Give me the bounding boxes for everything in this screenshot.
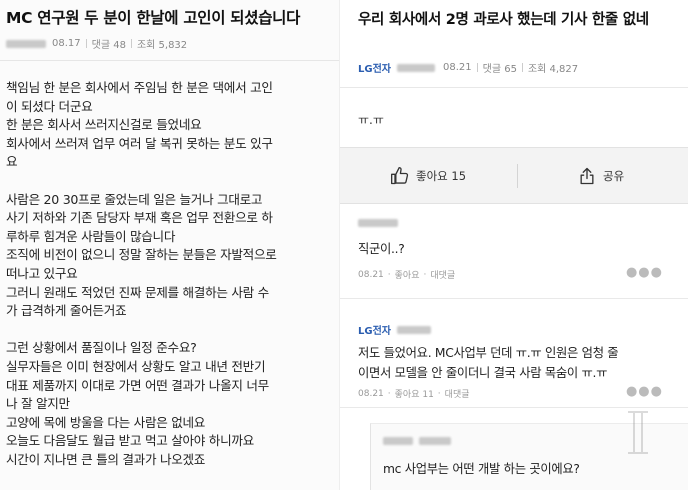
left-post-meta: 08.17 댓글 48 조회 5,832 — [6, 36, 187, 51]
right-post-comments: 댓글 65 — [482, 64, 517, 75]
body-line: 사기 저하와 기존 담당자 부재 혹은 업무 전환으로 하 — [6, 210, 273, 226]
company-label[interactable]: LG전자 — [358, 60, 391, 75]
blurred-author — [396, 325, 431, 334]
body-line: 고양에 목에 방울을 다는 사람은 없네요 — [6, 414, 206, 430]
watermark-glyph-icon — [628, 411, 648, 454]
right-post-meta: LG전자 08.21 댓글 65 조회 4,827 — [358, 60, 578, 75]
body-line: 나 잘 알지만 — [6, 396, 70, 412]
comment-like-button[interactable]: 좋아요 — [395, 268, 420, 281]
like-button[interactable]: 좋아요 15 — [390, 166, 466, 186]
blurred-author — [6, 39, 46, 48]
reply-text: mc 사업부는 어떤 개발 하는 곳이에요? — [383, 462, 580, 476]
body-line: 루하루 힘겨운 사람들이 많습니다 — [6, 228, 176, 244]
reply-author — [383, 437, 451, 445]
action-divider — [517, 164, 518, 188]
share-button[interactable]: 공유 — [577, 166, 624, 186]
right-post-views: 조회 4,827 — [527, 64, 579, 75]
left-post-date: 08.17 — [52, 38, 81, 49]
comment-author — [358, 219, 398, 227]
body-line: 실무자들은 이미 현장에서 상황도 알고 내년 전반기 — [6, 358, 266, 374]
body-line: 시간이 지나면 큰 틀의 결과가 나오겠죠 — [6, 451, 206, 467]
share-label: 공유 — [603, 169, 625, 183]
blurred-author — [396, 63, 435, 72]
comment-text: 직군이..? — [358, 242, 405, 256]
comment-footer: 08.21 · 좋아요 · 대댓글 — [358, 268, 456, 282]
more-dots-icon[interactable]: ●●● — [626, 265, 663, 280]
comment-divider — [340, 407, 688, 408]
body-line: 그런 상황에서 품질이나 일정 준수요? — [6, 340, 197, 356]
body-line: 가 급격하게 줄어든거죠 — [6, 303, 127, 319]
share-icon — [580, 167, 594, 185]
comment-text-line-2: 이면서 모델을 안 줄이더니 결국 사람 목숨이 ㅠ.ㅠ — [358, 366, 608, 380]
comment-reply-button[interactable]: 대댓글 — [430, 268, 455, 281]
right-post-date: 08.21 — [442, 62, 472, 73]
action-bar: 좋아요 15 공유 — [340, 147, 688, 204]
comment-date: 08.21 — [358, 269, 384, 280]
body-line: 대표 제품까지 이대로 가면 어떤 결과가 나올지 너무 — [6, 377, 269, 393]
body-line: 한 분은 회사서 쓰러지신걸로 들었네요 — [6, 117, 202, 133]
header-divider — [0, 60, 339, 61]
comment-like-button[interactable]: 좋아요 11 — [395, 387, 434, 400]
divider — [130, 39, 132, 48]
comment-reply-button[interactable]: 대댓글 — [445, 387, 470, 400]
body-line: 조직에 비전이 없으니 정말 잘하는 분들은 자발적으로 — [6, 247, 277, 263]
body-line: 책임님 한 분은 회사에서 주임님 한 분은 댁에서 고인 — [6, 80, 273, 95]
comment-author: LG전자 — [358, 322, 431, 337]
blurred-author — [383, 437, 413, 445]
body-line: 떠나고 있구요 — [6, 265, 78, 281]
body-line: 요 — [6, 154, 18, 170]
blurred-author — [358, 219, 398, 227]
divider — [521, 63, 523, 72]
comment-text-line-1: 저도 들었어요. MC사업부 던데 ㅠ.ㅠ 인원은 엄청 줄 — [358, 346, 619, 360]
left-post-panel: MC 연구원 두 분이 한날에 고인이 되셨습니다 08.17 댓글 48 조회… — [0, 0, 339, 490]
right-post-content: ㅠ.ㅠ — [358, 113, 384, 127]
divider — [85, 39, 87, 48]
divider — [476, 63, 478, 72]
body-line: 회사에서 쓰러져 업무 여러 달 복귀 못하는 분도 있구 — [6, 135, 273, 151]
blurred-author — [419, 437, 451, 445]
left-post-views: 조회 5,832 — [136, 40, 188, 51]
left-post-body: 책임님 한 분은 회사에서 주임님 한 분은 댁에서 고인이 되셨다 더군요한 … — [6, 79, 336, 469]
right-post-panel: 우리 회사에서 2명 과로사 했는데 기사 한줄 없네 LG전자 08.21 댓… — [339, 0, 688, 490]
right-post-title[interactable]: 우리 회사에서 2명 과로사 했는데 기사 한줄 없네 — [358, 9, 678, 32]
left-post-title[interactable]: MC 연구원 두 분이 한날에 고인이 되셨습니다 — [6, 6, 300, 28]
thumbs-up-icon — [391, 167, 409, 185]
body-line: 사람은 20 30프로 줄었는데 일은 늘거나 그대로고 — [6, 191, 263, 207]
left-post-comments: 댓글 48 — [91, 40, 126, 51]
comment-footer: 08.21 · 좋아요 11 · 대댓글 — [358, 387, 470, 401]
like-label: 좋아요 15 — [416, 169, 467, 183]
header-divider — [340, 87, 688, 88]
body-line: 이 되셨다 더군요 — [6, 98, 93, 114]
comment-divider — [340, 298, 688, 299]
company-label[interactable]: LG전자 — [358, 322, 391, 337]
body-line: 오늘도 다음달도 월급 받고 먹고 살아야 하니까요 — [6, 433, 254, 449]
more-dots-icon[interactable]: ●●● — [626, 384, 663, 399]
comment-date: 08.21 — [358, 388, 384, 399]
body-line: 그러니 원래도 적었던 진짜 문제를 해결하는 사람 수 — [6, 284, 269, 300]
